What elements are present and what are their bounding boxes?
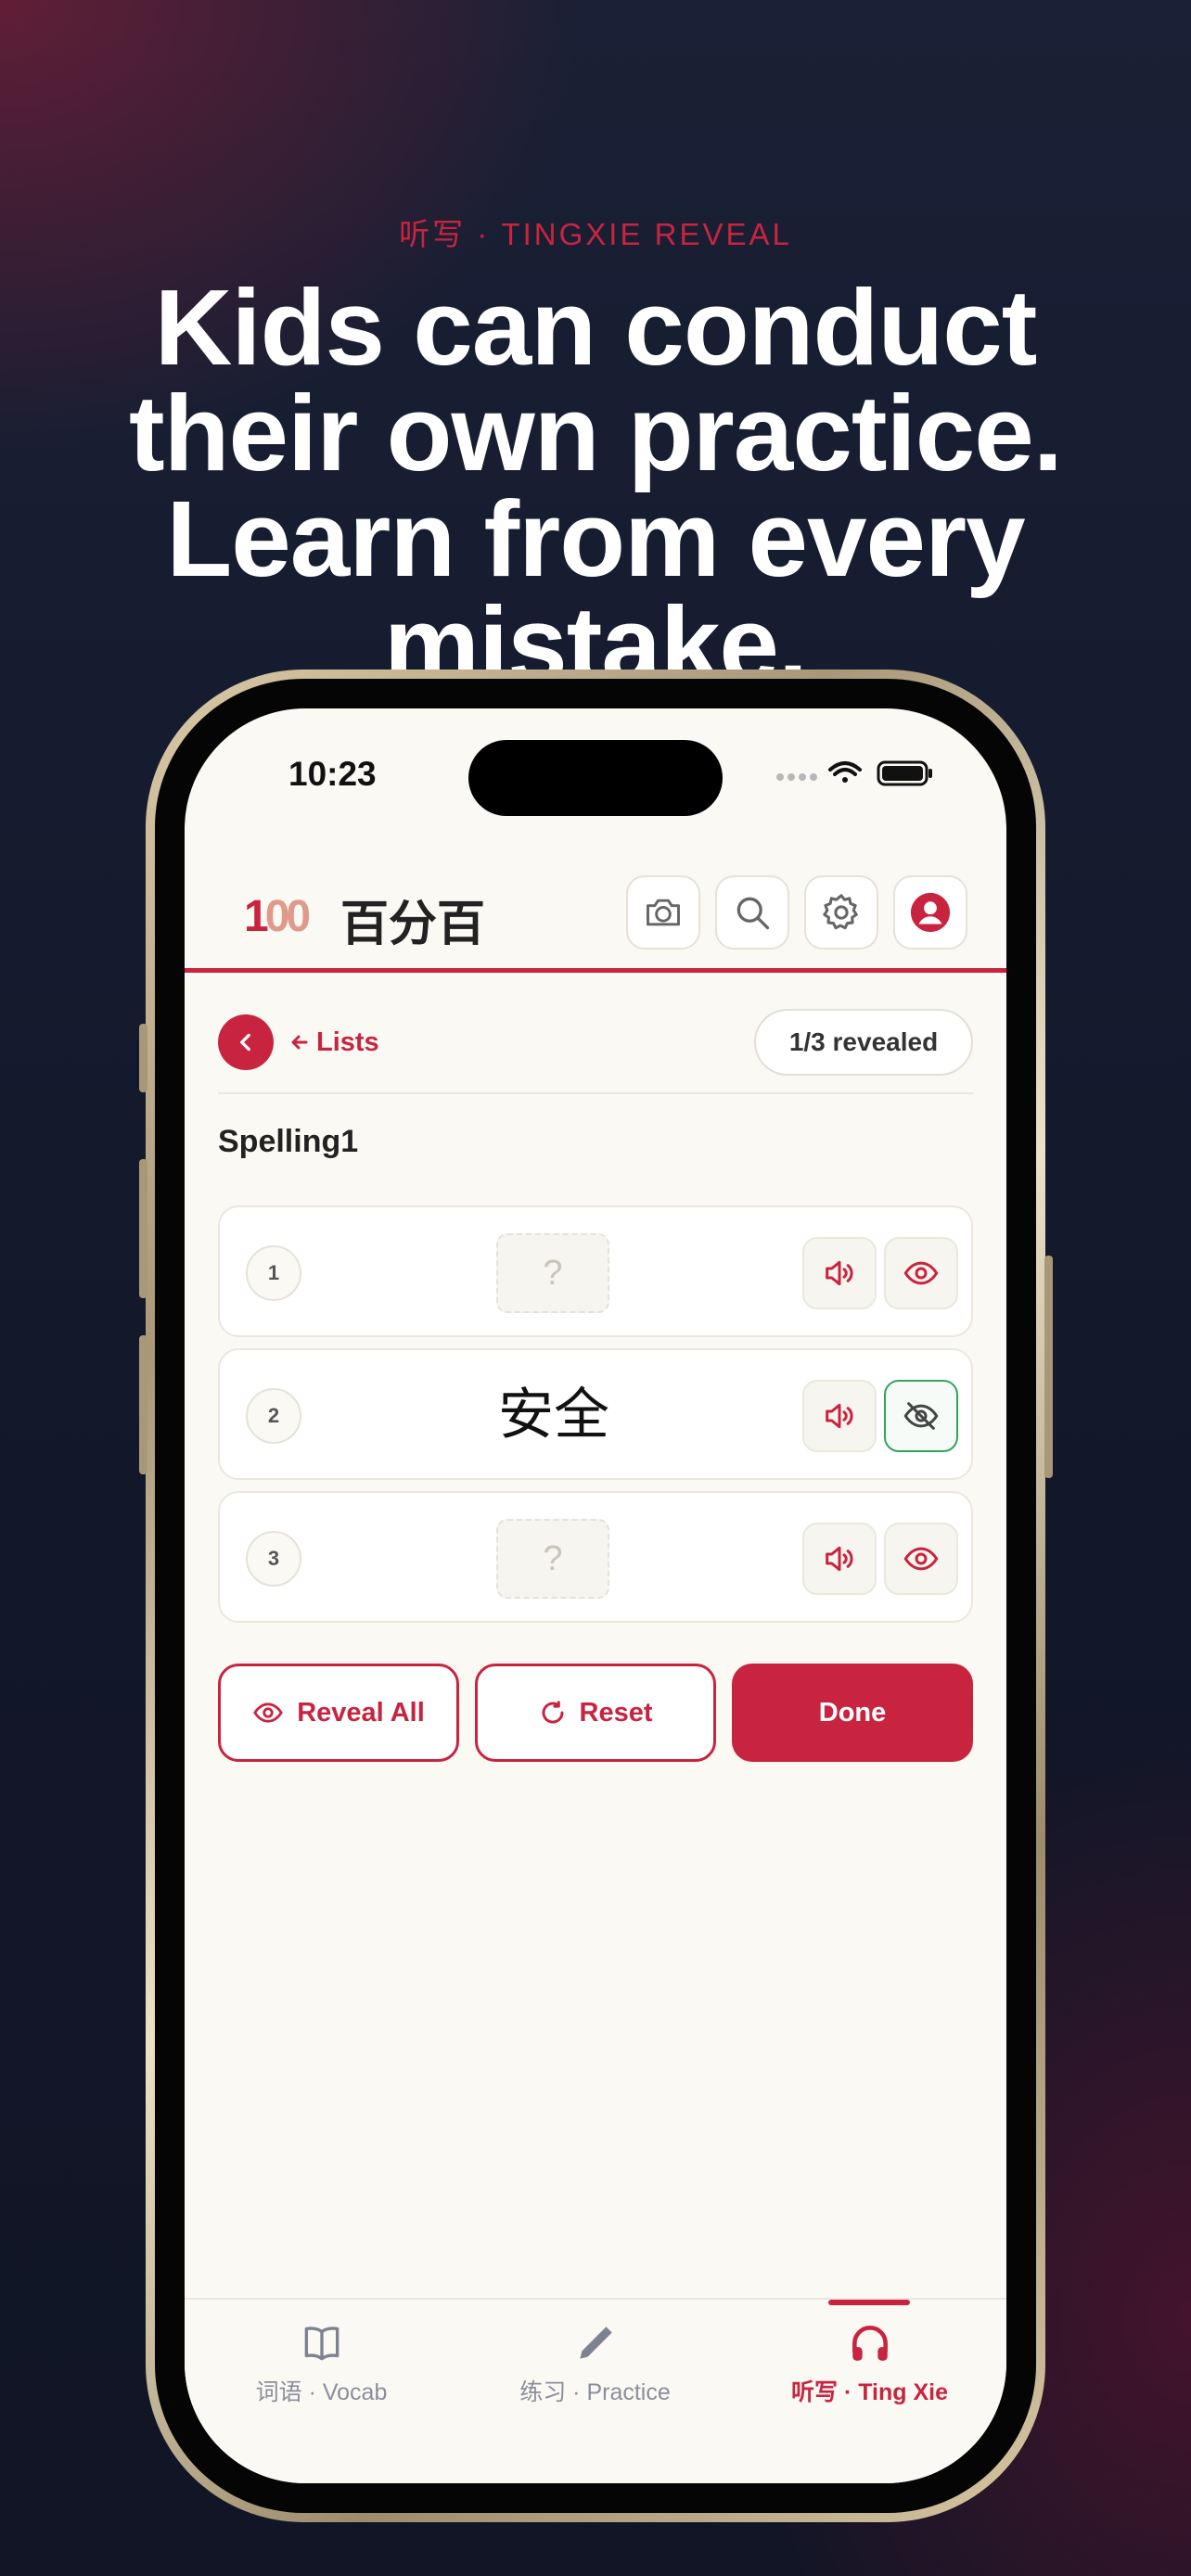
app-header: 100 百分百 <box>185 849 1006 970</box>
phone-side-button <box>139 1335 147 1474</box>
reveal-button[interactable] <box>884 1523 958 1595</box>
speak-button[interactable] <box>802 1523 877 1595</box>
status-time: 10:23 <box>288 755 377 793</box>
phone-side-button <box>1044 1256 1053 1478</box>
word-row: 3 ? <box>218 1491 973 1623</box>
done-button[interactable]: Done <box>732 1664 973 1762</box>
app-logo: 100 <box>244 892 311 941</box>
profile-button[interactable] <box>893 875 967 950</box>
tab-label: 练习 · Practice <box>519 2379 671 2405</box>
word-row: 2 安全 <box>218 1348 973 1480</box>
speak-button[interactable] <box>802 1237 877 1309</box>
list-title: Spelling1 <box>218 1124 359 1159</box>
camera-button[interactable] <box>626 875 700 950</box>
status-indicators <box>771 755 938 792</box>
reveal-all-button[interactable]: Reveal All <box>218 1664 459 1762</box>
eye-icon <box>903 1547 939 1571</box>
gear-icon <box>823 894 858 930</box>
tab-label: 词语 · Vocab <box>255 2379 388 2405</box>
speaker-icon <box>826 1546 853 1572</box>
wifi-icon <box>828 761 862 783</box>
tab-vocab[interactable]: 词语 · Vocab <box>185 2300 458 2429</box>
row-number: 1 <box>246 1245 301 1301</box>
header-accent-line <box>185 968 1006 973</box>
back-button[interactable] <box>218 1014 274 1070</box>
revealed-count-badge: 1/3 revealed <box>754 1009 973 1076</box>
arrow-left-icon <box>291 1035 308 1050</box>
word-row: 1 ? <box>218 1205 973 1337</box>
row-number: 3 <box>246 1531 301 1587</box>
pencil-icon <box>579 2327 612 2359</box>
speak-button[interactable] <box>802 1380 877 1452</box>
eye-icon <box>903 1261 939 1285</box>
settings-button[interactable] <box>804 875 878 950</box>
reset-button[interactable]: Reset <box>475 1664 716 1762</box>
row-number: 2 <box>246 1388 301 1444</box>
hide-button[interactable] <box>884 1380 958 1452</box>
refresh-icon <box>542 1701 564 1724</box>
hidden-word-placeholder: ? <box>496 1233 609 1313</box>
headphones-icon <box>852 2326 888 2361</box>
speaker-icon <box>826 1260 853 1286</box>
battery-icon <box>877 760 932 786</box>
tab-tingxie[interactable]: 听写 · Ting Xie <box>733 2300 1006 2429</box>
chevron-left-icon <box>240 1033 250 1052</box>
camera-icon <box>647 899 680 926</box>
eye-off-icon <box>903 1402 939 1430</box>
headline-line: their own practice. <box>129 373 1063 493</box>
revealed-word: 安全 <box>498 1384 609 1446</box>
phone-side-button <box>139 1159 147 1298</box>
app-title: 百分百 <box>340 898 486 951</box>
tab-practice[interactable]: 练习 · Practice <box>458 2300 732 2429</box>
hidden-word-placeholder: ? <box>496 1519 609 1599</box>
dynamic-island <box>468 740 723 816</box>
reveal-button[interactable] <box>884 1237 958 1309</box>
book-icon <box>304 2327 339 2361</box>
divider <box>218 1092 973 1094</box>
profile-icon <box>910 892 951 933</box>
phone-side-button <box>139 1024 147 1092</box>
signal-icon <box>776 773 817 781</box>
tab-bar: 词语 · Vocab 练习 · Practice 听写 · Ting Xie <box>185 2298 1006 2483</box>
headline-line: Learn from every <box>166 478 1025 599</box>
phone-screen: 10:23 100 百分百 Lists 1/3 revealed Spellin… <box>185 708 1006 2483</box>
lists-link[interactable]: Lists <box>288 1027 379 1058</box>
eye-icon <box>253 1702 284 1723</box>
speaker-icon <box>826 1403 853 1429</box>
tab-label: 听写 · Ting Xie <box>791 2379 948 2405</box>
hero-headline: Kids can conduct their own practice. Lea… <box>56 267 1135 698</box>
search-icon <box>736 897 770 930</box>
search-button[interactable] <box>715 875 789 950</box>
headline-line: Kids can conduct <box>154 267 1038 388</box>
hero-kicker: 听写 · TINGXIE REVEAL <box>399 217 792 251</box>
